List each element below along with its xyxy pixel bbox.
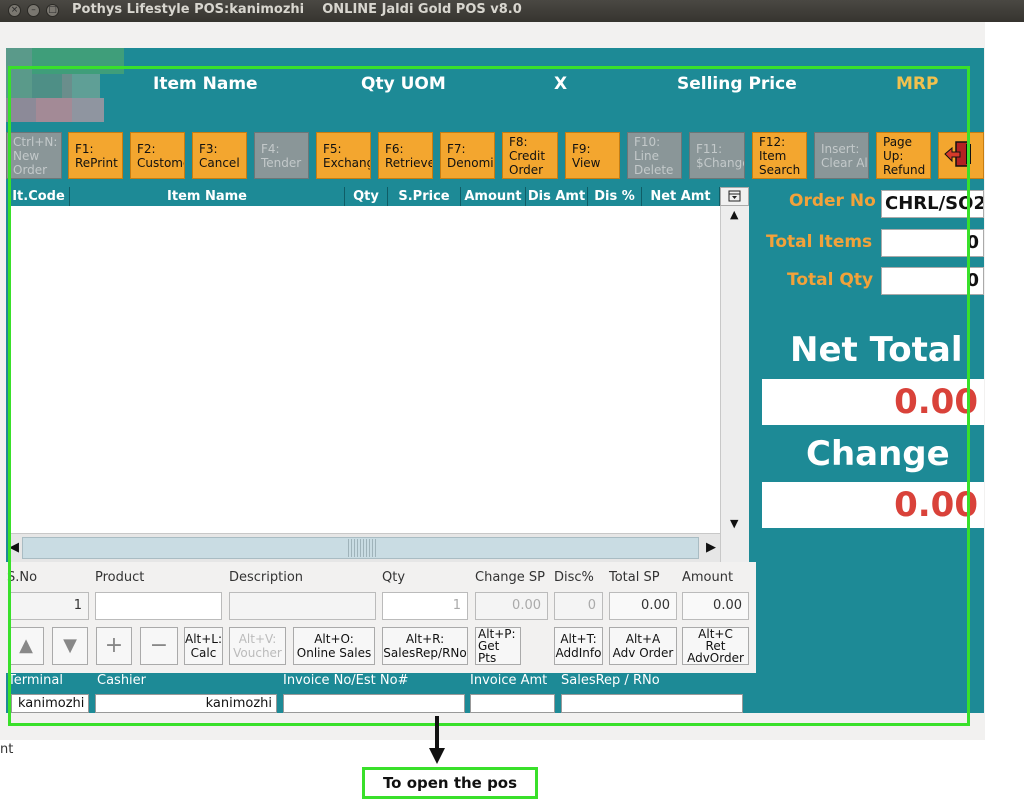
desktop-background (985, 22, 1024, 740)
highlight-frame (8, 66, 970, 726)
annotation-callout: To open the pos screen (362, 767, 538, 799)
window-minimize-button[interactable]: – (27, 4, 40, 17)
window-close-button[interactable]: × (8, 4, 21, 17)
down-arrow-icon (429, 716, 445, 764)
window-maximize-button[interactable]: □ (46, 4, 59, 17)
status-text: nt (0, 742, 14, 757)
screenshot-root: × – □ Pothys Lifestyle POS:kanimozhi ONL… (0, 0, 1024, 799)
window-titlebar: × – □ Pothys Lifestyle POS:kanimozhi ONL… (0, 0, 1024, 22)
window-title: Pothys Lifestyle POS:kanimozhi ONLINE Ja… (72, 2, 522, 17)
